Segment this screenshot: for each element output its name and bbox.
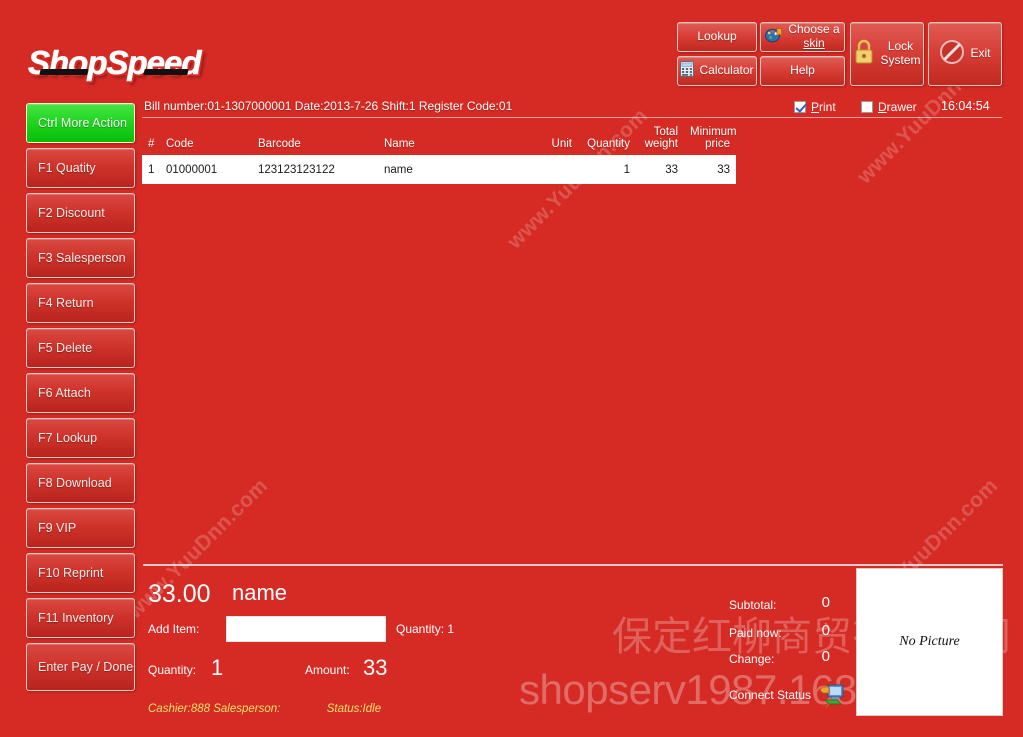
connect-status-label: Connect Status: [729, 688, 812, 702]
column-header-name[interactable]: Name: [378, 124, 528, 156]
change-value: 0: [821, 648, 830, 665]
pos-application-window: www.YuuDnn.com www.YuuDnn.com www.YuuDnn…: [0, 0, 1023, 737]
app-logo: ShopSpeed: [28, 44, 202, 82]
sidebar-item-label: F10 Reprint: [38, 566, 104, 580]
help-button[interactable]: Help: [760, 56, 845, 86]
sidebar-item-f10-reprint[interactable]: F10 Reprint: [26, 553, 135, 593]
choose-skin-button-label: Choose a skin: [788, 22, 840, 50]
lock-icon: [853, 38, 875, 70]
sidebar-item-f4-return[interactable]: F4 Return: [26, 283, 135, 323]
cell-total-weight: 33: [636, 155, 684, 184]
print-checkbox[interactable]: Print: [794, 100, 836, 114]
sidebar-item-label: F3 Salesperson: [38, 251, 126, 265]
cell-minimum-price: 33: [684, 155, 736, 184]
grid-header-row: # Code Barcode Name Unit Quantity Total …: [142, 124, 737, 156]
cell-unit: [528, 155, 578, 184]
subtotal-value: 0: [821, 594, 830, 611]
connect-status[interactable]: Connect Status: [729, 681, 849, 709]
paid-now-value: 0: [821, 622, 830, 639]
cell-barcode: 123123123122: [252, 155, 378, 184]
calculator-button[interactable]: Calculator: [677, 56, 757, 86]
total-quantity-value: 1: [211, 655, 224, 680]
sidebar-item-label: Ctrl More Action: [38, 116, 127, 130]
cell-quantity: 1: [578, 155, 636, 184]
network-icon: [815, 681, 849, 709]
sidebar-item-label: Enter Pay / Done: [38, 660, 134, 674]
lock-system-button[interactable]: Lock System: [850, 22, 924, 86]
exit-button[interactable]: Exit: [928, 22, 1002, 86]
header-divider: [142, 117, 1002, 118]
change-label: Change:: [729, 652, 775, 666]
sidebar-item-label: F9 VIP: [38, 521, 77, 535]
sidebar-item-f9-vip[interactable]: F9 VIP: [26, 508, 135, 548]
sidebar-item-label: F4 Return: [38, 296, 94, 310]
status-text: Status:Idle: [326, 703, 382, 715]
column-header-minimum-price[interactable]: Minimum price: [684, 124, 737, 156]
add-item-label: Add Item:: [148, 622, 200, 636]
cashier-text: Cashier:888 Salesperson:: [148, 703, 281, 715]
items-grid: # Code Barcode Name Unit Quantity Total …: [142, 124, 737, 184]
checkbox-checked-icon: [794, 101, 806, 113]
total-quantity-label: Quantity:: [148, 663, 197, 677]
lock-system-button-label: Lock System: [880, 39, 921, 67]
drawer-checkbox[interactable]: Drawer: [861, 100, 917, 114]
sidebar-item-label: F2 Discount: [38, 206, 105, 220]
table-row[interactable]: 1 01000001 123123123122 name 1 33 33: [142, 155, 736, 184]
help-button-label: Help: [790, 63, 815, 78]
choose-skin-button[interactable]: Choose a skin: [760, 22, 845, 52]
sidebar-item-label: F6 Attach: [38, 386, 91, 400]
sidebar-item-f6-attach[interactable]: F6 Attach: [26, 373, 135, 413]
subtotal-label: Subtotal:: [729, 598, 777, 612]
sidebar-item-label: F8 Download: [38, 476, 112, 490]
current-item-name: name: [232, 580, 288, 605]
clock-display: 16:04:54: [941, 99, 990, 113]
bill-info-line: Bill number:01-1307000001 Date:2013-7-26…: [144, 99, 513, 113]
sidebar-item-label: F11 Inventory: [38, 611, 114, 625]
sidebar-item-f8-download[interactable]: F8 Download: [26, 463, 135, 503]
sidebar-item-label: F7 Lookup: [38, 431, 98, 445]
column-header-unit[interactable]: Unit: [528, 124, 578, 156]
product-image-box: No Picture: [856, 568, 1003, 716]
paid-now-label: Paid now:: [729, 626, 782, 640]
add-item-quantity-label: Quantity: 1: [396, 622, 455, 636]
cell-code: 01000001: [160, 155, 252, 184]
total-amount-label: Amount:: [305, 663, 350, 677]
sidebar-item-f1-quantity[interactable]: F1 Quatity: [26, 148, 135, 188]
column-header-code[interactable]: Code: [160, 124, 252, 156]
exit-icon: [939, 39, 965, 69]
column-header-index[interactable]: #: [142, 124, 160, 156]
column-header-quantity[interactable]: Quantity: [578, 124, 636, 156]
no-picture-label: No Picture: [899, 634, 960, 649]
current-item-price: 33.00: [148, 580, 211, 608]
calculator-button-label: Calculator: [699, 63, 754, 78]
sidebar-item-label: F5 Delete: [38, 341, 93, 355]
total-amount-value: 33: [363, 655, 388, 680]
print-checkbox-label: Print: [811, 100, 836, 114]
palette-icon: [765, 27, 783, 47]
app-logo-text: ShopSpeed: [28, 44, 202, 82]
status-bar: Cashier:888 Salesperson: Status:Idle: [148, 703, 381, 715]
sidebar-item-enter-pay-done[interactable]: Enter Pay / Done: [26, 643, 135, 691]
cell-name: name: [378, 155, 528, 184]
drawer-checkbox-label: Drawer: [878, 100, 917, 114]
sidebar-item-f3-salesperson[interactable]: F3 Salesperson: [26, 238, 135, 278]
sidebar-item-f2-discount[interactable]: F2 Discount: [26, 193, 135, 233]
checkbox-unchecked-icon: [861, 101, 873, 113]
sidebar-item-f7-lookup[interactable]: F7 Lookup: [26, 418, 135, 458]
lookup-button[interactable]: Lookup: [677, 22, 757, 52]
add-item-input[interactable]: [226, 616, 386, 642]
sidebar-item-label: F1 Quatity: [38, 161, 96, 175]
sidebar-item-f11-inventory[interactable]: F11 Inventory: [26, 598, 135, 638]
column-header-barcode[interactable]: Barcode: [252, 124, 378, 156]
sidebar-item-f5-delete[interactable]: F5 Delete: [26, 328, 135, 368]
bottom-divider: [143, 564, 1003, 566]
sidebar-item-ctrl-more-action[interactable]: Ctrl More Action: [26, 103, 135, 143]
logo-swoosh-icon: [39, 69, 89, 75]
logo-swoosh-icon: [143, 69, 189, 75]
calculator-icon: [680, 61, 695, 81]
lookup-button-label: Lookup: [697, 29, 737, 44]
cell-index: 1: [142, 155, 160, 184]
column-header-total-weight[interactable]: Total weight: [636, 124, 684, 156]
exit-button-label: Exit: [970, 46, 991, 61]
